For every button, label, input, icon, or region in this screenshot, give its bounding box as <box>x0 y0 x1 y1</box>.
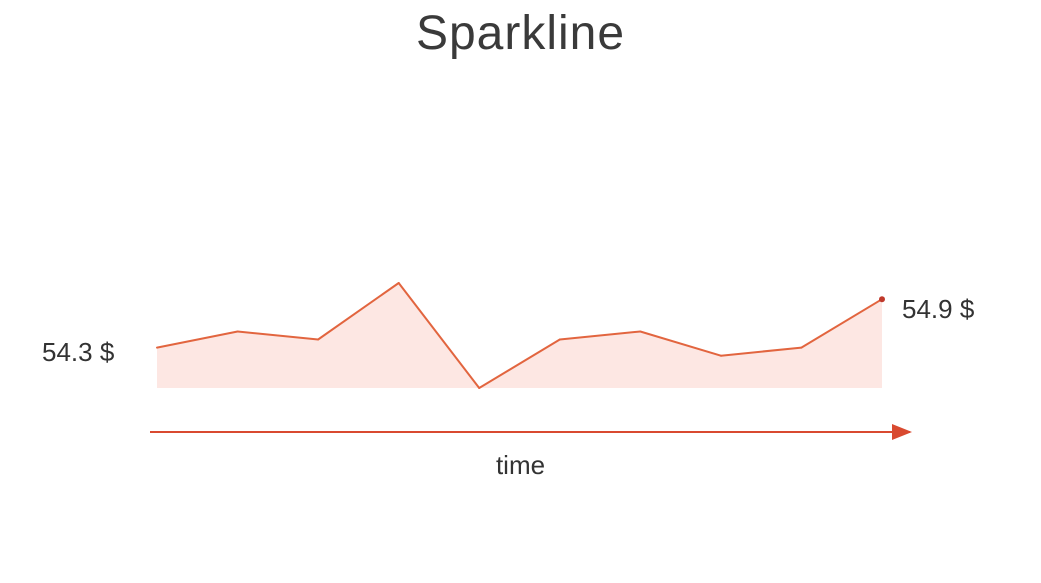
sparkline-chart <box>150 282 912 440</box>
x-axis-label: time <box>495 450 546 480</box>
end-value-label: 54.9 $ <box>902 294 975 324</box>
start-value-label: 54.3 $ <box>42 337 115 367</box>
end-point-marker <box>879 296 885 303</box>
sparkline-area <box>157 283 882 388</box>
